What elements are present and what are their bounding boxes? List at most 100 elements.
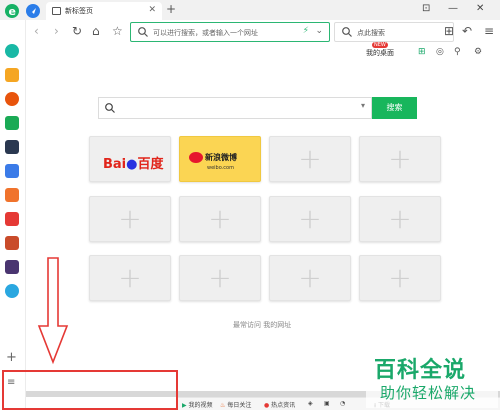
chevron-down-icon[interactable]: ⌄: [315, 26, 323, 36]
close-window-button[interactable]: ✕: [476, 3, 484, 14]
window-icon[interactable]: ▣: [324, 400, 330, 407]
sidebar-game2-icon[interactable]: [5, 236, 19, 250]
back-icon[interactable]: ‹: [34, 24, 39, 38]
watermark: 百科全说 助你轻松解决: [366, 350, 498, 408]
search-tool-icon[interactable]: ⚲: [454, 47, 461, 57]
new-tab-button[interactable]: +: [166, 2, 176, 16]
tile-empty[interactable]: +: [359, 196, 441, 242]
add-site-icon: +: [118, 202, 142, 235]
watermark-subtitle: 助你轻松解决: [380, 384, 477, 402]
add-site-icon: +: [208, 202, 232, 235]
tile-baidu[interactable]: Bai●百度: [89, 136, 171, 182]
sidebar-folder-icon[interactable]: [5, 116, 19, 130]
lightning-icon[interactable]: ⚡: [303, 26, 309, 36]
navigation-icon[interactable]: [26, 4, 40, 18]
weibo-logo: 新浪微博: [189, 152, 237, 163]
shield-icon[interactable]: ◈: [308, 400, 313, 407]
my-desktop-link[interactable]: 我的桌面: [366, 48, 394, 58]
search-button[interactable]: 搜索: [372, 97, 417, 119]
sidebar-game-icon[interactable]: [5, 212, 19, 226]
sidebar: + ≡: [0, 20, 26, 410]
tile-empty[interactable]: +: [179, 196, 261, 242]
weibo-eye-icon: [189, 152, 203, 163]
status-today-link[interactable]: ♨ 每日关注: [220, 400, 251, 409]
page-search-input[interactable]: ▾: [98, 97, 372, 119]
add-site-icon: +: [388, 202, 412, 235]
chevron-down-icon[interactable]: ▾: [361, 101, 365, 110]
speed-icon[interactable]: ◔: [340, 400, 345, 407]
sidebar-p-icon[interactable]: [5, 284, 19, 298]
search-icon: [342, 27, 352, 37]
tile-empty[interactable]: +: [269, 255, 351, 301]
add-site-icon: +: [298, 142, 322, 175]
tab-close-icon[interactable]: ✕: [148, 5, 156, 15]
svg-text:e: e: [9, 5, 16, 18]
add-site-icon: +: [388, 142, 412, 175]
tile-empty[interactable]: +: [89, 255, 171, 301]
add-site-icon: +: [388, 261, 412, 294]
page-icon: [52, 7, 61, 15]
settings-gear-icon[interactable]: ⚙: [474, 47, 482, 57]
recent-sites-links[interactable]: 最常访问 我的网址: [233, 320, 291, 330]
tile-empty[interactable]: +: [179, 255, 261, 301]
hot-icon: ●: [264, 402, 270, 409]
sidebar-weibo-icon[interactable]: [5, 92, 19, 106]
sidebar-doc-icon[interactable]: [5, 164, 19, 178]
address-bar[interactable]: 可以进行搜索，或者输入一个网址 ⚡ ⌄: [130, 22, 330, 42]
annotation-arrow-icon: [37, 257, 69, 365]
status-hot-link[interactable]: ● 热点资讯: [264, 400, 295, 409]
side-search-box[interactable]: 点此搜索: [334, 22, 454, 42]
status-hot-label: 热点资讯: [271, 402, 296, 409]
tab-strip: e 新标签页 ✕ + ⊡ — ✕: [0, 0, 500, 20]
tab-title: 新标签页: [65, 7, 93, 15]
annotation-highlight-box: [2, 370, 178, 410]
address-placeholder: 可以进行搜索，或者输入一个网址: [153, 29, 258, 37]
add-site-icon: +: [118, 261, 142, 294]
pin-icon[interactable]: ⊡: [422, 3, 430, 14]
baidu-logo-text-cn: 百度: [137, 157, 164, 172]
side-search-placeholder: 点此搜索: [357, 29, 385, 37]
add-site-icon: +: [298, 261, 322, 294]
browser-logo-icon[interactable]: e: [4, 3, 20, 19]
tile-empty[interactable]: +: [359, 255, 441, 301]
tile-weibo[interactable]: 新浪微博 weibo.com: [179, 136, 261, 182]
baidu-logo: Bai●百度: [103, 153, 164, 172]
flame-icon: ♨: [220, 402, 226, 409]
tile-empty[interactable]: +: [89, 196, 171, 242]
sidebar-globe-icon[interactable]: [5, 44, 19, 58]
tile-empty[interactable]: +: [269, 136, 351, 182]
grid-view-icon[interactable]: ⊞: [418, 47, 426, 57]
search-icon: [105, 103, 115, 113]
paw-icon: ●: [126, 157, 138, 172]
add-site-icon: +: [208, 261, 232, 294]
home-icon[interactable]: ⌂: [92, 24, 100, 38]
tile-empty[interactable]: +: [269, 196, 351, 242]
play-icon: ▶: [182, 402, 187, 409]
search-icon: [138, 27, 148, 37]
status-video-label: 我的视频: [188, 402, 213, 409]
add-site-icon: +: [298, 202, 322, 235]
favorite-star-icon[interactable]: ☆: [112, 24, 123, 38]
apps-grid-icon[interactable]: ⊞: [444, 24, 454, 38]
status-today-label: 每日关注: [227, 402, 252, 409]
forward-icon[interactable]: ›: [54, 24, 59, 38]
sidebar-app-icon[interactable]: [5, 140, 19, 154]
browser-window: e 新标签页 ✕ + ⊡ — ✕ ‹ › ↻ ⌂ ☆ 可以进行搜索，或者输入一个…: [0, 0, 500, 410]
palette-icon[interactable]: ◎: [436, 47, 444, 57]
tile-empty[interactable]: +: [359, 136, 441, 182]
menu-icon[interactable]: ≡: [484, 24, 494, 38]
sidebar-star-icon[interactable]: [5, 68, 19, 82]
watermark-title: 百科全说: [374, 358, 467, 383]
tab-new-page[interactable]: 新标签页 ✕: [46, 2, 162, 20]
baidu-logo-text: Bai: [103, 157, 127, 172]
toolbar: ‹ › ↻ ⌂ ☆ 可以进行搜索，或者输入一个网址 ⚡ ⌄ 点此搜索 ⊞ ↶ ≡: [26, 20, 500, 44]
minimize-button[interactable]: —: [448, 3, 458, 14]
undo-icon[interactable]: ↶: [462, 24, 472, 38]
sidebar-shop-icon[interactable]: [5, 188, 19, 202]
status-video-link[interactable]: ▶ 我的视频: [182, 400, 213, 409]
reload-icon[interactable]: ↻: [72, 24, 82, 38]
weibo-name: 新浪微博: [205, 153, 237, 162]
sidebar-add-icon[interactable]: +: [6, 350, 17, 365]
sidebar-game3-icon[interactable]: [5, 260, 19, 274]
weibo-url: weibo.com: [207, 165, 234, 171]
